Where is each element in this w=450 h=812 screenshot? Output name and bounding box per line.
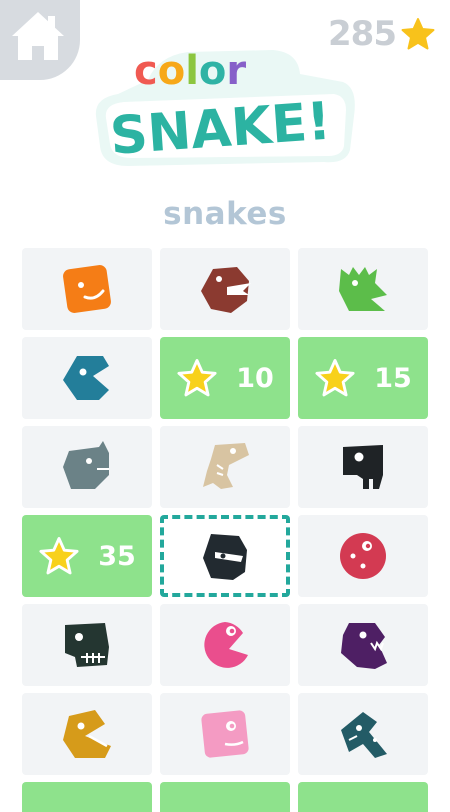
locked-snake-cell[interactable]	[160, 782, 290, 812]
beige-dino-skull-snake-icon	[203, 443, 249, 489]
unlock-price: 10	[160, 337, 290, 419]
color-snake-logo: color SNAKE!	[95, 48, 355, 168]
black-skull-snake-icon	[343, 445, 383, 489]
locked-snake-cell[interactable]: 35	[22, 515, 152, 597]
red-cookie-snake-icon	[340, 533, 386, 579]
snake-cell[interactable]	[298, 248, 428, 330]
snake-cell[interactable]	[22, 604, 152, 686]
snake-cell[interactable]	[298, 604, 428, 686]
snake-cell[interactable]	[160, 693, 290, 775]
orange-smile-snake-icon	[63, 265, 111, 313]
gray-rhino-snake-icon	[63, 441, 109, 489]
snake-cell[interactable]	[298, 515, 428, 597]
star-icon	[401, 18, 435, 50]
snake-cell[interactable]	[22, 337, 152, 419]
snake-cell[interactable]	[22, 248, 152, 330]
snake-cell[interactable]	[298, 693, 428, 775]
snake-cell[interactable]	[160, 426, 290, 508]
star-icon	[177, 359, 217, 397]
logo-color-word: color	[134, 48, 246, 94]
green-crocodile-snake-icon	[339, 267, 387, 311]
star-icon	[315, 359, 355, 397]
locked-snake-cell[interactable]	[298, 782, 428, 812]
unlock-price: 15	[298, 337, 428, 419]
pink-square-snake-icon	[201, 710, 249, 758]
home-button[interactable]	[0, 0, 80, 80]
price-value: 15	[374, 362, 412, 394]
snake-cell[interactable]	[160, 248, 290, 330]
locked-snake-cell[interactable]: 15	[298, 337, 428, 419]
selected-snake-cell[interactable]	[160, 515, 290, 597]
snake-cell[interactable]	[22, 693, 152, 775]
star-icon	[39, 537, 79, 575]
red-fanged-snake-icon	[201, 267, 251, 313]
yellow-duck-snake-icon	[63, 710, 111, 758]
snake-cell[interactable]	[160, 604, 290, 686]
pink-pacman-snake-icon	[204, 622, 248, 668]
teal-pacman-snake-icon	[63, 356, 109, 400]
home-icon	[12, 12, 64, 60]
unlock-price: 35	[22, 515, 152, 597]
price-value: 10	[236, 362, 274, 394]
snake-cell[interactable]	[298, 426, 428, 508]
section-title: snakes	[163, 196, 287, 232]
locked-snake-cell[interactable]	[22, 782, 152, 812]
purple-monster-snake-icon	[341, 623, 387, 669]
price-value: 35	[98, 540, 136, 572]
black-ninja-snake-icon	[203, 534, 247, 580]
teal-robot-snake-icon	[341, 712, 387, 758]
snake-cell[interactable]	[22, 426, 152, 508]
locked-snake-cell[interactable]: 10	[160, 337, 290, 419]
dark-green-skull-snake-icon	[65, 623, 109, 667]
